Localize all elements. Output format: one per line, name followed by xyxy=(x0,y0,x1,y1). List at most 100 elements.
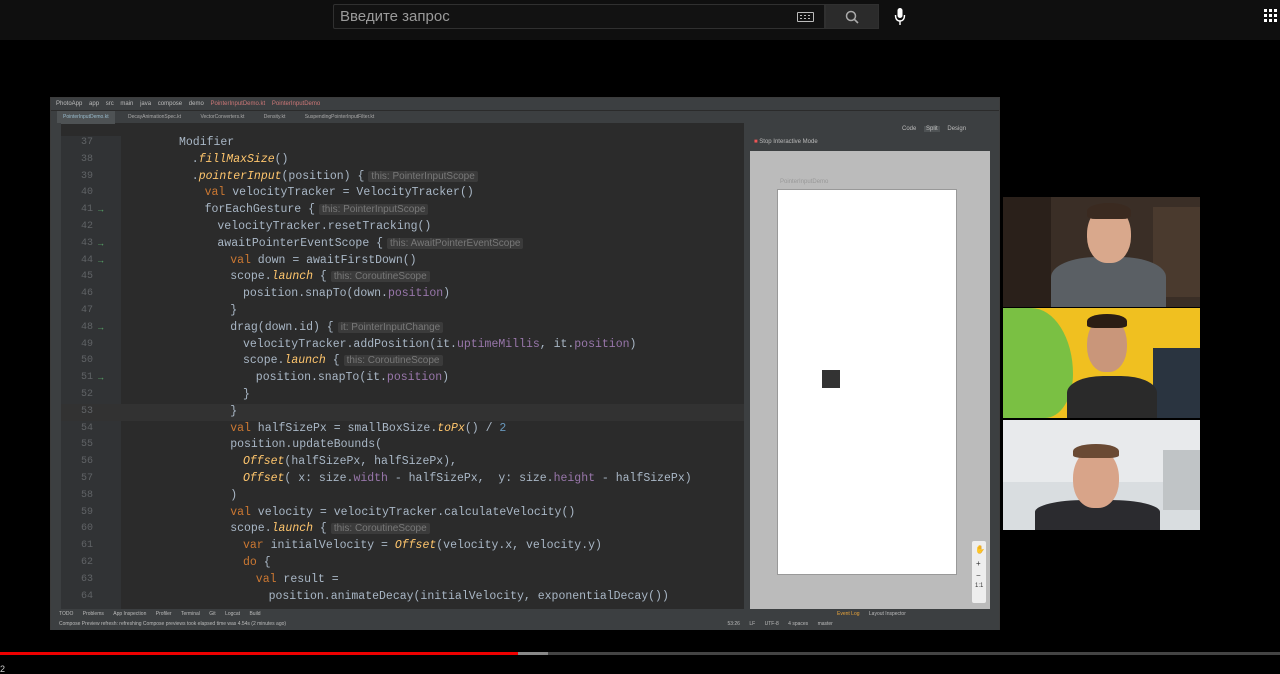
code-mode-button[interactable]: Code xyxy=(902,126,916,132)
tool-logcat[interactable]: Logcat xyxy=(225,611,240,617)
code-text: velocityTracker.addPosition(it.uptimeMil… xyxy=(243,337,637,351)
code-line[interactable]: 40 val velocityTracker = VelocityTracker(… xyxy=(61,185,744,202)
recomposition-gutter-icon[interactable]: → xyxy=(98,236,103,253)
tool-profiler[interactable]: Profiler xyxy=(156,611,172,617)
recomposition-gutter-icon[interactable]: → xyxy=(98,253,103,270)
code-line[interactable]: 44 → val down = awaitFirstDown() xyxy=(61,253,744,270)
status-bar: Compose Preview refresh: refreshing Comp… xyxy=(51,619,999,629)
line-number: 47 xyxy=(80,305,93,316)
code-line[interactable]: 63 val result = xyxy=(61,572,744,589)
device-preview[interactable] xyxy=(777,189,957,575)
code-line[interactable]: 38 .fillMaxSize() xyxy=(61,152,744,169)
code-line[interactable]: 37 Modifier xyxy=(61,136,744,152)
code-text: drag(down.id) {it: PointerInputChange xyxy=(230,320,444,337)
code-editor[interactable]: 37 Modifier 38 .fillMaxSize() 39 .pointerInpu… xyxy=(61,136,744,609)
code-text: scope.launch {this: CoroutineScope xyxy=(230,269,430,286)
editor-tab[interactable]: VectorConverters.kt xyxy=(194,111,250,124)
tool-build[interactable]: Build xyxy=(249,611,260,617)
code-line[interactable]: 57 Offset( x: size.width - halfSizePx, y:… xyxy=(61,471,744,488)
inlay-type-hint: this: CoroutineScope xyxy=(330,271,430,283)
code-line[interactable]: 41 → forEachGesture {this: PointerInputSco… xyxy=(61,202,744,219)
file-encoding[interactable]: UTF-8 xyxy=(765,621,779,627)
code-line[interactable]: 45 scope.launch {this: CoroutineScope xyxy=(61,269,744,286)
zoom-in-icon[interactable]: + xyxy=(976,559,981,568)
code-line[interactable]: 64 position.animateDecay(initialVelocity,… xyxy=(61,589,744,606)
code-line[interactable]: 55 position.updateBounds( xyxy=(61,437,744,454)
code-line[interactable]: 58) xyxy=(61,488,744,505)
code-text: val velocityTracker = VelocityTracker() xyxy=(204,186,474,200)
line-number: 59 xyxy=(80,506,93,518)
search-input[interactable] xyxy=(334,5,784,28)
actual-size-icon[interactable]: 1:1 xyxy=(975,583,983,589)
microphone-icon[interactable] xyxy=(894,7,906,27)
line-number: 42 xyxy=(80,221,93,232)
code-line[interactable]: 51 → position.snapTo(it.position) xyxy=(61,370,744,387)
apps-grid-icon[interactable] xyxy=(1264,9,1278,23)
indent-setting[interactable]: 4 spaces xyxy=(788,621,808,627)
code-line[interactable]: 42 velocityTracker.resetTracking() xyxy=(61,219,744,236)
line-number: 53 xyxy=(80,405,93,417)
code-line[interactable]: 48 → drag(down.id) {it: PointerInputChange xyxy=(61,320,744,337)
tool-todo[interactable]: TODO xyxy=(59,611,73,617)
editor-tab[interactable]: DecayAnimationSpec.kt xyxy=(122,111,187,124)
view-mode-switcher: Code Split Design xyxy=(744,123,989,136)
right-tool-strip[interactable] xyxy=(989,123,999,609)
status-area: TODO Problems App Inspection Profiler Te… xyxy=(51,609,999,630)
code-line[interactable]: 56 Offset(halfSizePx, halfSizePx), xyxy=(61,454,744,471)
recomposition-gutter-icon[interactable]: → xyxy=(98,370,103,387)
code-text: var initialVelocity = Offset(velocity.x,… xyxy=(243,539,602,553)
code-line[interactable]: 52} xyxy=(61,387,744,404)
search-button[interactable] xyxy=(825,4,879,29)
webcam-participant-3 xyxy=(1003,420,1200,530)
code-line[interactable]: 50 scope.launch {this: CoroutineScope xyxy=(61,353,744,370)
video-progress-bar[interactable] xyxy=(0,652,1280,655)
keyboard-icon[interactable] xyxy=(797,12,814,22)
code-line[interactable]: 61 var initialVelocity = Offset(velocity.… xyxy=(61,538,744,555)
line-number: 37 xyxy=(80,137,93,148)
code-text: position.updateBounds( xyxy=(230,438,383,452)
left-tool-strip[interactable] xyxy=(51,123,61,609)
inlay-type-hint: this: CoroutineScope xyxy=(343,355,443,367)
recomposition-gutter-icon[interactable]: → xyxy=(98,320,103,337)
git-branch[interactable]: master xyxy=(818,621,833,627)
design-mode-button[interactable]: Design xyxy=(947,126,966,132)
line-number: 45 xyxy=(80,271,93,283)
code-line[interactable]: 53} xyxy=(61,403,744,421)
caret-position[interactable]: 53:26 xyxy=(727,621,740,627)
tool-git[interactable]: Git xyxy=(209,611,215,617)
zoom-out-icon[interactable]: − xyxy=(976,571,981,580)
code-line[interactable]: 47} xyxy=(61,303,744,320)
split-mode-button[interactable]: Split xyxy=(924,126,940,132)
line-number: 62 xyxy=(80,557,93,568)
line-number: 55 xyxy=(80,439,93,451)
zoom-controls[interactable]: ✋ + − 1:1 xyxy=(972,541,986,603)
code-line[interactable]: 59 val velocity = velocityTracker.calcula… xyxy=(61,505,744,522)
code-text: awaitPointerEventScope {this: AwaitPoint… xyxy=(217,236,524,253)
tool-terminal[interactable]: Terminal xyxy=(181,611,200,617)
code-line[interactable]: 54 val halfSizePx = smallBoxSize.toPx() /… xyxy=(61,421,744,438)
code-line[interactable]: 62 do { xyxy=(61,555,744,572)
code-text: position.snapTo(down.position) xyxy=(243,287,451,301)
stop-interactive-mode-button[interactable]: ■ Stop Interactive Mode xyxy=(744,136,989,149)
search-icon xyxy=(845,10,859,24)
recomposition-gutter-icon[interactable]: → xyxy=(98,202,103,219)
line-number: 61 xyxy=(80,540,93,552)
code-line[interactable]: 60 scope.launch {this: CoroutineScope xyxy=(61,521,744,538)
breadcrumb[interactable]: PhotoApp xyxy=(56,101,82,107)
pan-icon[interactable]: ✋ xyxy=(975,545,985,554)
line-number: 50 xyxy=(80,355,93,367)
tool-problems[interactable]: Problems xyxy=(83,611,104,617)
code-text: Modifier xyxy=(179,136,235,149)
code-line[interactable]: 49 velocityTracker.addPosition(it.uptimeM… xyxy=(61,337,744,354)
draggable-box[interactable] xyxy=(822,370,840,388)
tool-event-log[interactable]: Event Log xyxy=(837,611,860,617)
code-line[interactable]: 46 position.snapTo(down.position) xyxy=(61,286,744,303)
tool-app-inspection[interactable]: App Inspection xyxy=(113,611,146,617)
code-line[interactable]: 43 → awaitPointerEventScope {this: AwaitPo… xyxy=(61,236,744,253)
line-separator[interactable]: LF xyxy=(749,621,755,627)
editor-tab[interactable]: SuspendingPointerInputFilter.kt xyxy=(299,111,381,124)
tool-layout-inspector[interactable]: Layout Inspector xyxy=(869,611,906,617)
editor-tab[interactable]: Density.kt xyxy=(258,111,292,124)
code-line[interactable]: 39 .pointerInput(position) {this: Pointer… xyxy=(61,169,744,186)
editor-tab[interactable]: PointerInputDemo.kt xyxy=(57,111,115,124)
